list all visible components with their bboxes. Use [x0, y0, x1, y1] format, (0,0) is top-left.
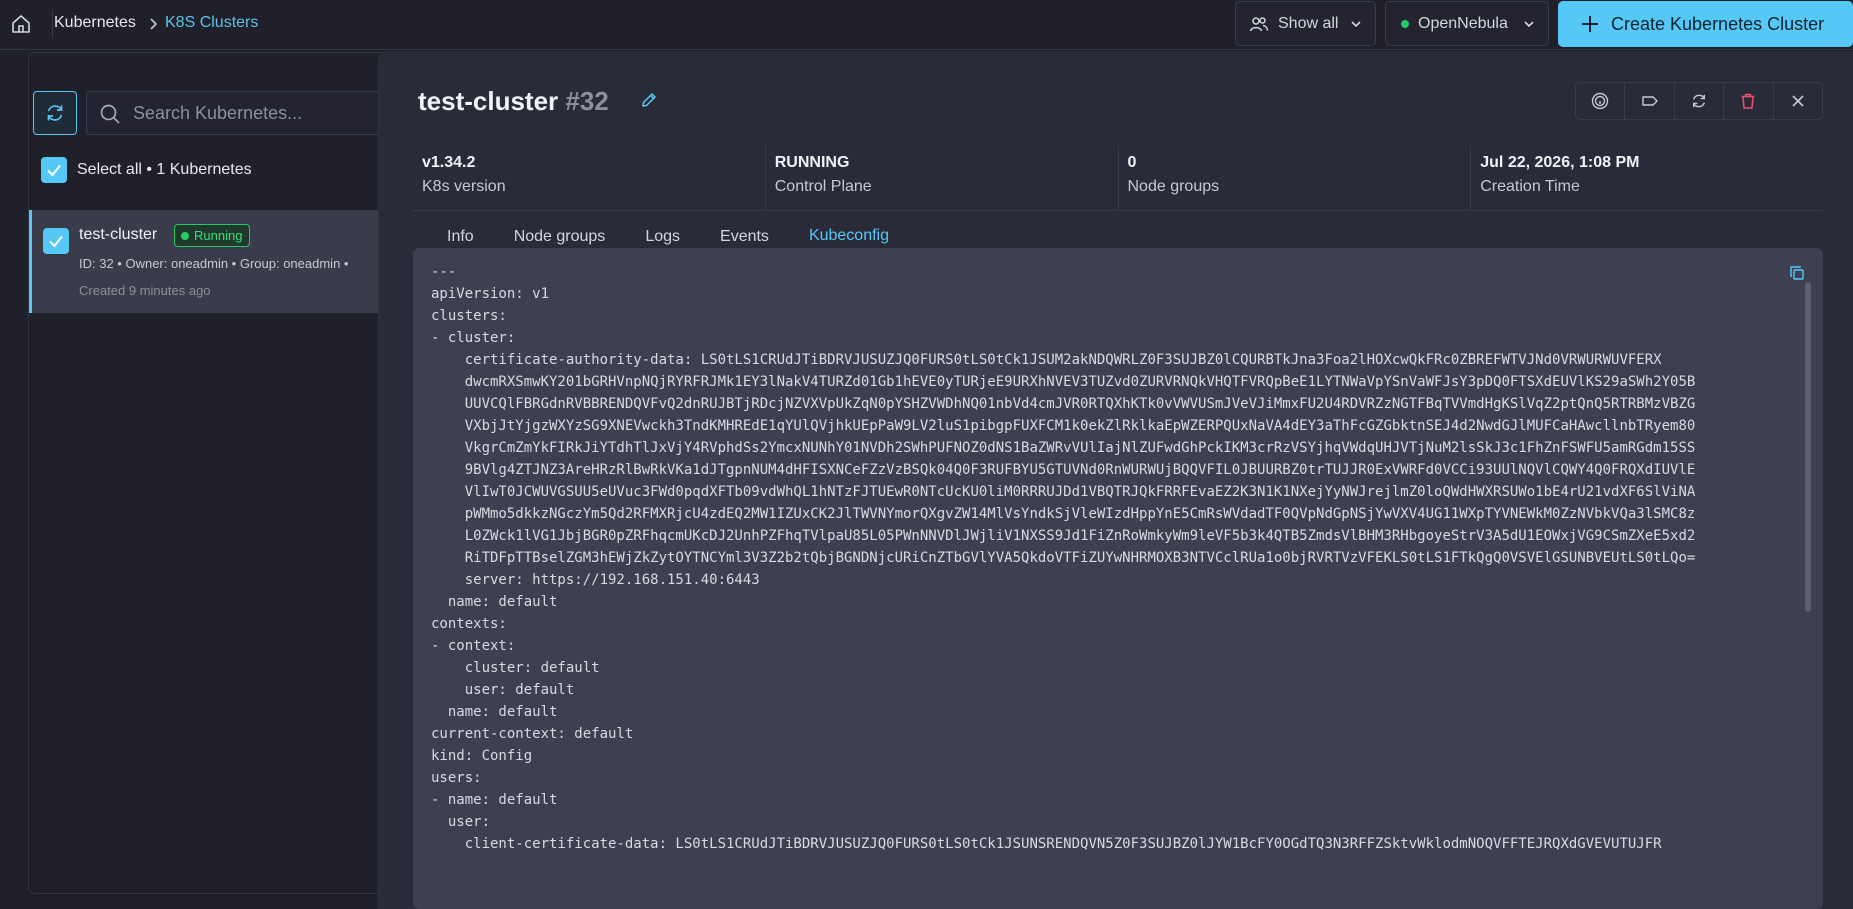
- edit-pencil-icon[interactable]: [640, 91, 658, 109]
- cluster-name: test-cluster: [79, 226, 158, 243]
- cluster-id: #32: [565, 86, 609, 116]
- stat-value: 0: [1127, 154, 1137, 171]
- code-line: VkgrCmZmYkFIRkJiYTdhTlJxVjY4RVphdSs2Ymcx…: [431, 440, 1696, 456]
- create-kubernetes-cluster-button[interactable]: Create Kubernetes Cluster: [1558, 1, 1853, 47]
- search-icon: [100, 104, 120, 124]
- kubeconfig-viewer: --- apiVersion: v1 clusters: - cluster: cer…: [413, 248, 1823, 909]
- select-all-label: Select all • 1 Kubernetes: [77, 161, 252, 178]
- cluster-meta: ID: 32 • Owner: oneadmin • Group: oneadm…: [79, 256, 349, 271]
- stat-label: Creation Time: [1480, 178, 1580, 195]
- refresh-detail-button[interactable]: [1675, 83, 1725, 119]
- check-icon: [49, 235, 63, 248]
- stat-value: v1.34.2: [422, 154, 476, 171]
- code-line: server: https://192.168.151.40:6443: [431, 572, 760, 588]
- search-input[interactable]: [133, 92, 387, 134]
- stat-control-plane: RUNNING Control Plane: [766, 145, 1119, 211]
- stat-value: Jul 22, 2026, 1:08 PM: [1480, 154, 1640, 171]
- chevron-right-icon: [150, 18, 158, 30]
- create-button-label: Create Kubernetes Cluster: [1611, 13, 1825, 34]
- permissions-button[interactable]: [1576, 83, 1626, 119]
- cluster-created: Created 9 minutes ago: [79, 283, 211, 298]
- page-title: test-cluster #32: [418, 86, 609, 117]
- label-button[interactable]: [1625, 83, 1675, 119]
- home-icon[interactable]: [10, 13, 32, 35]
- code-line: contexts:: [431, 616, 507, 632]
- select-all-checkbox[interactable]: [41, 157, 67, 183]
- status-dot: [181, 231, 189, 240]
- code-line: users:: [431, 770, 482, 786]
- status-label: Running: [194, 228, 243, 243]
- select-all[interactable]: Select all • 1 Kubernetes: [41, 157, 252, 183]
- search-box: [86, 91, 387, 135]
- code-line: - cluster:: [431, 330, 516, 346]
- code-line: cluster: default: [431, 660, 600, 676]
- delete-button[interactable]: [1724, 83, 1774, 119]
- code-line: dwcmRXSmwKY201bGRHVnpNQjRYRFRJMk1EY3lNak…: [431, 374, 1696, 390]
- code-line: ---: [431, 264, 457, 280]
- code-line: user:: [431, 814, 491, 830]
- plus-icon: [1582, 16, 1598, 32]
- tag-icon: [1641, 96, 1658, 106]
- code-line: pWMmo5dkkzNGczYm5Qd2RFMXRjcU4zdEQ2MW1IZU…: [431, 506, 1696, 522]
- divider: [52, 10, 53, 38]
- cluster-checkbox[interactable]: [43, 228, 69, 254]
- users-icon: [1249, 16, 1269, 31]
- stat-node-groups: 0 Node groups: [1119, 145, 1472, 211]
- code-line: clusters:: [431, 308, 507, 324]
- breadcrumb-kubernetes[interactable]: Kubernetes: [54, 14, 136, 32]
- stat-value: RUNNING: [774, 154, 850, 171]
- code-line: kind: Config: [431, 748, 533, 764]
- fingerprint-icon: [1592, 92, 1609, 110]
- close-button[interactable]: [1774, 83, 1822, 119]
- cluster-card[interactable]: test-cluster Running ID: 32 • Owner: one…: [29, 210, 387, 313]
- cluster-stats: v1.34.2 K8s version RUNNING Control Plan…: [413, 145, 1823, 211]
- provider-label: OpenNebula: [1418, 14, 1508, 32]
- cluster-title: test-cluster: [418, 86, 559, 116]
- code-line: name: default: [431, 704, 558, 720]
- code-line: user: default: [431, 682, 575, 698]
- breadcrumb-k8s-clusters[interactable]: K8S Clusters: [165, 14, 258, 32]
- code-line: L0ZWck1lVG1JbjBGR0pZRFhqcmUKcDJ2UnhPZFhq…: [431, 528, 1696, 544]
- cluster-detail-panel: test-cluster #32 v1.34.2 K8s version RUN…: [378, 51, 1853, 909]
- stat-creation-time: Jul 22, 2026, 1:08 PM Creation Time: [1471, 145, 1823, 211]
- kubeconfig-code[interactable]: --- apiVersion: v1 clusters: - cluster: cer…: [431, 261, 1781, 855]
- refresh-button[interactable]: [33, 91, 77, 135]
- provider-selector[interactable]: OpenNebula: [1385, 1, 1549, 46]
- refresh-icon: [1693, 94, 1706, 108]
- refresh-icon: [47, 105, 63, 121]
- code-line: apiVersion: v1: [431, 286, 550, 302]
- stat-label: Node groups: [1127, 178, 1220, 195]
- code-line: 9BVlg4ZTJNZ3AreHRzRlBwRkVKa1dJTgpnNUM4dH…: [431, 462, 1696, 478]
- code-line: - name: default: [431, 792, 558, 808]
- code-line: current-context: default: [431, 726, 634, 742]
- stat-label: K8s version: [422, 178, 506, 195]
- code-line: UUVCQlFBRGdnRVBBRENDQVFvQ2dnRUJBTjRDcjNZ…: [431, 396, 1696, 412]
- status-badge: Running: [174, 224, 251, 247]
- code-line: VXbjJtYjgzWXYzSG9XNEVwckh3TndKMHREdE1qYU…: [431, 418, 1696, 434]
- check-icon: [47, 164, 61, 177]
- code-line: VlIwT0JCWUVGSUU5eUVuc3FWd0pqdXFTb09vdWhQ…: [431, 484, 1696, 500]
- code-line: client-certificate-data: LS0tLS1CRUdJTiB…: [431, 836, 1662, 852]
- show-all-filter[interactable]: Show all: [1235, 1, 1376, 46]
- status-dot: [1401, 19, 1409, 28]
- code-line: certificate-authority-data: LS0tLS1CRUdJ…: [431, 352, 1662, 368]
- scrollbar[interactable]: [1805, 282, 1811, 612]
- trash-icon: [1741, 93, 1755, 109]
- code-line: name: default: [431, 594, 558, 610]
- stat-k8s-version: v1.34.2 K8s version: [413, 145, 766, 211]
- cluster-list-panel: Select all • 1 Kubernetes test-cluster R…: [28, 52, 388, 894]
- action-toolbar: [1575, 82, 1823, 120]
- code-line: - context:: [431, 638, 516, 654]
- chevron-down-icon: [1524, 21, 1534, 28]
- code-line: RiTDFpTTBselZGM3hEWjZkZytOYTNCYml3V3Z2b2…: [431, 550, 1696, 566]
- stat-label: Control Plane: [774, 178, 872, 195]
- show-all-label: Show all: [1278, 14, 1339, 32]
- close-icon: [1792, 95, 1804, 107]
- copy-icon[interactable]: [1789, 265, 1805, 281]
- top-bar: Kubernetes K8S Clusters Show all OpenNeb…: [0, 0, 1853, 50]
- chevron-down-icon: [1351, 21, 1361, 28]
